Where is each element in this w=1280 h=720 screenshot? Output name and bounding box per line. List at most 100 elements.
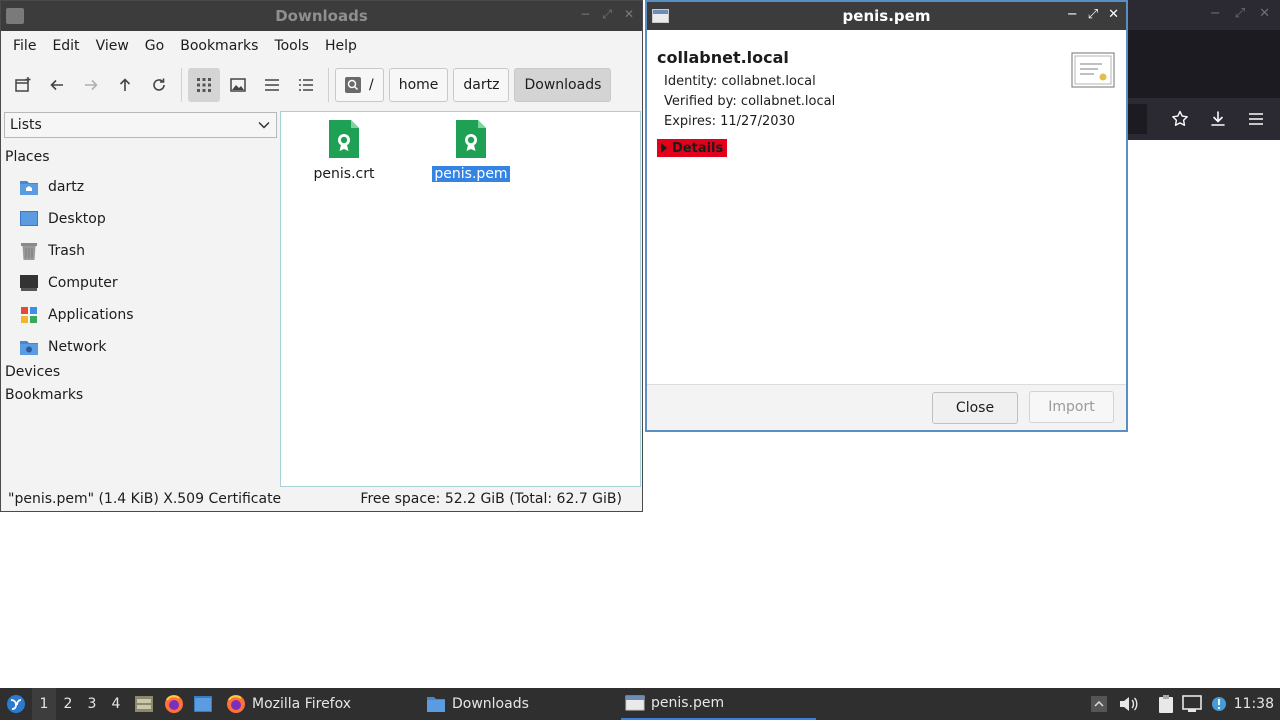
minimize-icon[interactable]: − bbox=[1067, 7, 1078, 22]
file-name: penis.crt bbox=[313, 166, 375, 182]
certificate-name: collabnet.local bbox=[657, 48, 789, 67]
sidebar-item-computer[interactable]: Computer bbox=[19, 270, 118, 296]
menu-icon[interactable] bbox=[1244, 107, 1268, 131]
search-icon bbox=[345, 77, 361, 93]
new-tab-button[interactable] bbox=[7, 68, 39, 102]
tray-network[interactable] bbox=[1182, 688, 1202, 720]
bookmark-star-icon[interactable] bbox=[1168, 107, 1192, 131]
menu-view[interactable]: View bbox=[88, 38, 137, 54]
sidebar-item-label: Computer bbox=[48, 275, 118, 291]
maximize-icon[interactable]: ⤢ bbox=[602, 7, 612, 22]
places-header[interactable]: Places bbox=[5, 149, 50, 165]
file-item-selected[interactable]: penis.pem bbox=[426, 118, 516, 182]
close-icon[interactable]: ✕ bbox=[624, 7, 634, 22]
task-firefox[interactable]: Mozilla Firefox bbox=[222, 688, 412, 720]
certificate-expires: Expires: 11/27/2030 bbox=[664, 114, 796, 129]
firefox-titlebar: − ⤢ ✕ bbox=[1127, 0, 1280, 30]
maximize-icon[interactable]: ⤢ bbox=[1088, 7, 1098, 22]
devices-header[interactable]: Devices bbox=[5, 364, 60, 380]
sidebar-item-trash[interactable]: Trash bbox=[19, 238, 85, 264]
arrow-right-icon bbox=[85, 79, 98, 91]
close-icon[interactable]: ✕ bbox=[1108, 7, 1119, 22]
clock[interactable]: 11:38 bbox=[1234, 688, 1274, 720]
tray-update-notifier[interactable] bbox=[1210, 688, 1228, 720]
tray-show-hidden[interactable] bbox=[1090, 688, 1108, 720]
folder-icon bbox=[427, 697, 445, 712]
sidebar-item-label: Desktop bbox=[48, 211, 106, 227]
lxqt-logo-icon bbox=[7, 695, 25, 713]
reload-button[interactable] bbox=[143, 68, 175, 102]
menu-help[interactable]: Help bbox=[317, 38, 365, 54]
detailed-view-button[interactable] bbox=[290, 68, 322, 102]
sidebar-item-applications[interactable]: Applications bbox=[19, 302, 134, 328]
thumbnail-view-button[interactable] bbox=[222, 68, 254, 102]
arrow-up-icon bbox=[119, 78, 131, 91]
quicklaunch-desktop[interactable] bbox=[193, 688, 213, 720]
quicklaunch-firefox[interactable] bbox=[164, 688, 184, 720]
workspace-4[interactable]: 4 bbox=[104, 688, 128, 720]
icon-view-button[interactable] bbox=[188, 68, 220, 102]
menu-go[interactable]: Go bbox=[137, 38, 172, 54]
sidebar-item-label: Applications bbox=[48, 307, 134, 323]
firefox-icon bbox=[165, 695, 183, 713]
path-dartz-button[interactable]: dartz bbox=[453, 68, 510, 102]
menu-edit[interactable]: Edit bbox=[44, 38, 87, 54]
applications-icon bbox=[19, 305, 39, 325]
up-button[interactable] bbox=[109, 68, 141, 102]
side-pane-mode-select[interactable]: Lists bbox=[4, 112, 277, 138]
tray-volume[interactable] bbox=[1118, 688, 1138, 720]
certificate-dialog: penis.pem − ⤢ ✕ collabnet.local Identity… bbox=[645, 0, 1128, 432]
file-item[interactable]: penis.crt bbox=[299, 118, 389, 182]
taskbar: 1 2 3 4 Mozilla Firefox Downloads penis.… bbox=[0, 688, 1280, 720]
minimize-icon[interactable]: − bbox=[1210, 6, 1221, 21]
expander-arrow-icon bbox=[661, 143, 667, 153]
close-button[interactable]: Close bbox=[932, 392, 1018, 424]
tray-clipboard[interactable] bbox=[1156, 688, 1176, 720]
update-icon bbox=[1212, 697, 1226, 711]
network-icon bbox=[19, 337, 39, 357]
import-button[interactable]: Import bbox=[1029, 391, 1114, 423]
compact-view-button[interactable] bbox=[256, 68, 288, 102]
forward-button[interactable] bbox=[75, 68, 107, 102]
path-root-button[interactable]: / bbox=[335, 68, 384, 102]
workspace-2[interactable]: 2 bbox=[56, 688, 80, 720]
trash-icon bbox=[19, 241, 39, 261]
firefox-urlbar[interactable] bbox=[1127, 104, 1147, 134]
minimize-icon[interactable]: − bbox=[580, 7, 590, 22]
tray-arrow-icon bbox=[1091, 696, 1107, 712]
sidebar-item-label: Trash bbox=[48, 243, 85, 259]
downloads-icon[interactable] bbox=[1206, 107, 1230, 131]
window-icon bbox=[625, 695, 645, 711]
menu-file[interactable]: File bbox=[5, 38, 44, 54]
sidebar-item-network[interactable]: Network bbox=[19, 334, 106, 360]
clipboard-icon bbox=[1159, 695, 1173, 713]
task-label: Mozilla Firefox bbox=[252, 696, 352, 712]
workspace-1[interactable]: 1 bbox=[32, 688, 56, 720]
task-label: penis.pem bbox=[651, 695, 725, 711]
task-penis-pem[interactable]: penis.pem bbox=[621, 688, 816, 720]
menu-bookmarks[interactable]: Bookmarks bbox=[172, 38, 266, 54]
sidebar-item-desktop[interactable]: Desktop bbox=[19, 206, 106, 232]
quicklaunch-file-manager[interactable] bbox=[134, 688, 154, 720]
back-button[interactable] bbox=[41, 68, 73, 102]
certificate-verified-by: Verified by: collabnet.local bbox=[664, 94, 836, 109]
sidebar-item-dartz[interactable]: dartz bbox=[19, 174, 84, 200]
file-list-area[interactable]: penis.crt penis.pem bbox=[280, 111, 641, 487]
sidebar-item-label: dartz bbox=[48, 179, 85, 195]
side-pane-mode-label: Lists bbox=[10, 117, 42, 133]
path-home-button[interactable]: home bbox=[388, 68, 449, 102]
path-downloads-button[interactable]: Downloads bbox=[514, 68, 612, 102]
maximize-icon[interactable]: ⤢ bbox=[1235, 6, 1245, 21]
menu-tools[interactable]: Tools bbox=[266, 38, 317, 54]
details-label: Details bbox=[672, 140, 724, 156]
menubar: File Edit View Go Bookmarks Tools Help bbox=[1, 31, 642, 61]
bookmarks-header[interactable]: Bookmarks bbox=[5, 387, 83, 403]
task-downloads[interactable]: Downloads bbox=[422, 688, 612, 720]
file-manager-window: Downloads − ⤢ ✕ File Edit View Go Bookma… bbox=[0, 0, 643, 512]
workspace-3[interactable]: 3 bbox=[80, 688, 104, 720]
certificate-file-icon bbox=[329, 120, 359, 158]
start-menu-button[interactable] bbox=[4, 688, 28, 720]
close-icon[interactable]: ✕ bbox=[1259, 6, 1270, 21]
network-monitor-icon bbox=[1182, 695, 1202, 712]
details-expander[interactable]: Details bbox=[657, 139, 728, 157]
